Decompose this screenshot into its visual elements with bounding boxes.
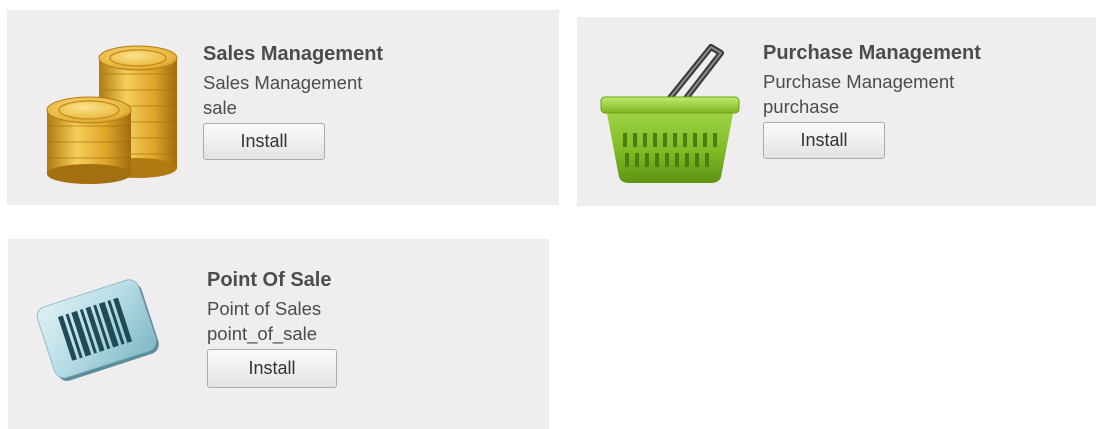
module-info: Point Of Sale Point of Sales point_of_sa… [207,268,337,388]
gold-coins-icon [39,38,185,188]
module-info: Purchase Management Purchase Management … [763,41,981,159]
module-technical-name: sale [203,97,237,118]
module-title: Point Of Sale [207,269,332,291]
install-button-purchase[interactable]: Install [763,122,885,159]
install-button-sales[interactable]: Install [203,123,325,160]
module-card-point-of-sale: Point Of Sale Point of Sales point_of_sa… [8,239,549,429]
module-technical-name: point_of_sale [207,323,318,344]
shopping-basket-icon [599,37,741,187]
install-button-point-of-sale[interactable]: Install [207,349,337,388]
barcode-card-icon [36,271,162,389]
module-card-purchase: Purchase Management Purchase Management … [577,17,1096,206]
module-description: Purchase Management [763,71,955,92]
module-technical-name: purchase [763,96,840,117]
module-title: Purchase Management [763,42,981,64]
module-description: Point of Sales [207,298,322,319]
module-title: Sales Management [203,43,384,65]
module-info: Sales Management Sales Management sale I… [203,42,383,160]
module-card-sales: Sales Management Sales Management sale I… [7,10,559,205]
module-description: Sales Management [203,72,363,93]
